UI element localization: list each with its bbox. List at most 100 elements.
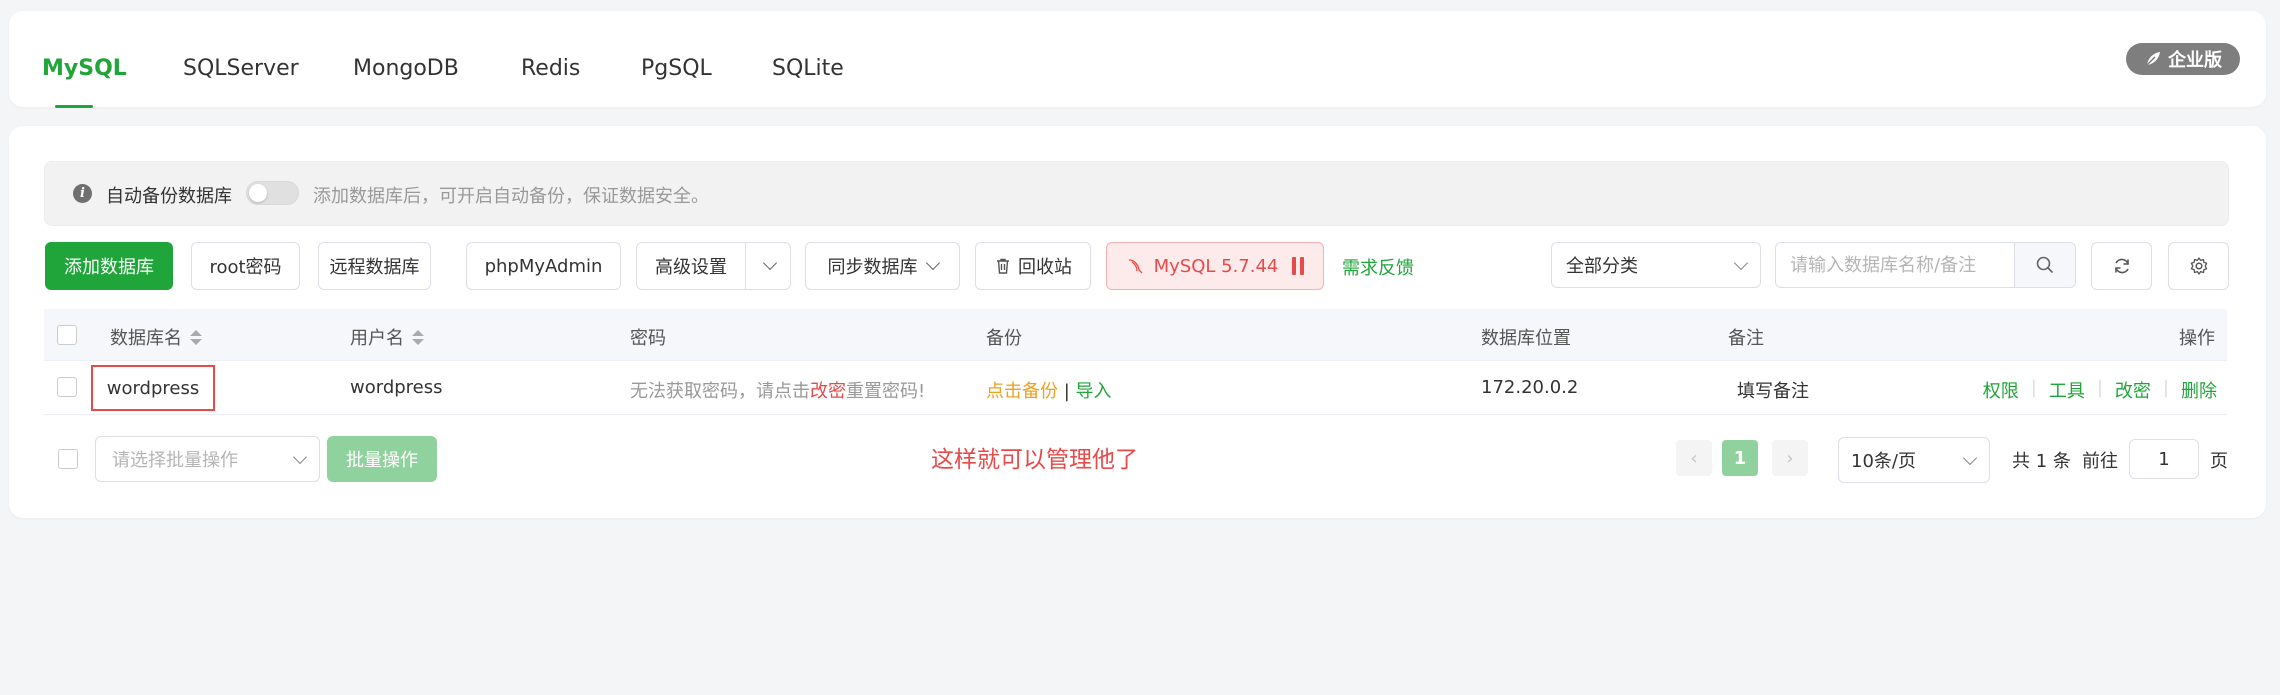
backup-separator: | [1063, 381, 1070, 402]
total-count: 共 1 条 [2012, 451, 2071, 472]
tools-link[interactable]: 工具 [2049, 377, 2085, 403]
password-hint-prefix: 无法获取密码，请点击 [630, 381, 810, 402]
change-password-link[interactable]: 改密 [810, 381, 846, 402]
category-value: 全部分类 [1566, 256, 1638, 277]
select-all-checkbox[interactable] [57, 325, 77, 345]
tab-redis[interactable]: Redis [521, 56, 580, 81]
chevron-down-icon[interactable] [762, 255, 778, 271]
enterprise-label: 企业版 [2168, 50, 2222, 71]
split-divider [745, 243, 746, 289]
col-header-ops: 操作 [2179, 328, 2215, 349]
database-location: 172.20.0.2 [1481, 377, 1579, 398]
next-page-button[interactable]: › [1772, 440, 1808, 476]
col-header-name-label: 数据库名 [110, 328, 182, 349]
recycle-bin-button[interactable]: 回收站 [975, 242, 1091, 290]
sort-icon[interactable] [412, 329, 424, 345]
trash-icon [997, 258, 1009, 274]
table-row: wordpress wordpress 无法获取密码，请点击改密重置密码! 点击… [44, 361, 2227, 415]
gear-icon [2190, 257, 2207, 275]
chevron-down-icon [292, 449, 308, 465]
database-user: wordpress [350, 377, 443, 398]
mysql-version-button[interactable]: MySQL 5.7.44 [1106, 242, 1324, 290]
tab-sqlite[interactable]: SQLite [772, 56, 844, 81]
row-checkbox[interactable] [57, 377, 77, 397]
col-header-note: 备注 [1728, 328, 1764, 349]
tab-mysql[interactable]: MySQL [42, 56, 127, 81]
col-header-backup: 备份 [986, 328, 1022, 349]
auto-backup-hint: 添加数据库后，可开启自动备份，保证数据安全。 [313, 186, 709, 207]
page-unit-label: 页 [2210, 451, 2228, 472]
chevron-down-icon [925, 255, 940, 271]
batch-operation-placeholder: 请选择批量操作 [112, 450, 238, 471]
feedback-link[interactable]: 需求反馈 [1342, 254, 1414, 280]
enterprise-badge[interactable]: 企业版 [2126, 43, 2240, 75]
chevron-down-icon [1733, 255, 1749, 271]
auto-backup-label: 自动备份数据库 [106, 186, 232, 207]
tab-sqlserver[interactable]: SQLServer [183, 56, 299, 81]
auto-backup-notice: i 自动备份数据库 添加数据库后，可开启自动备份，保证数据安全。 [44, 161, 2229, 226]
remote-database-button[interactable]: 远程数据库 [318, 242, 431, 290]
col-header-password: 密码 [630, 328, 666, 349]
row-operations: 权限 | 工具 | 改密 | 删除 [1983, 377, 2217, 403]
prev-page-button[interactable]: ‹ [1676, 440, 1712, 476]
op-separator: | [2030, 377, 2037, 398]
phpmyadmin-button[interactable]: phpMyAdmin [466, 242, 621, 290]
toggle-knob [249, 184, 267, 202]
chevron-down-icon [1962, 450, 1978, 466]
backup-cell: 点击备份 | 导入 [986, 377, 1112, 403]
active-tab-indicator [55, 105, 93, 108]
sync-database-button[interactable]: 同步数据库 [805, 242, 960, 290]
advanced-settings-split-button[interactable]: 高级设置 [636, 242, 791, 290]
database-name[interactable]: wordpress [91, 365, 215, 411]
info-icon: i [73, 184, 92, 203]
leaf-icon [2146, 52, 2160, 66]
pause-icon [1292, 257, 1305, 275]
note-field[interactable]: 填写备注 [1737, 377, 1809, 403]
sort-icon[interactable] [190, 329, 202, 345]
col-header-name[interactable]: 数据库名 [110, 324, 202, 350]
search-button[interactable] [2014, 243, 2075, 287]
category-select[interactable]: 全部分类 [1551, 242, 1761, 288]
sync-database-label: 同步数据库 [827, 257, 918, 278]
tab-mongodb[interactable]: MongoDB [353, 56, 459, 81]
recycle-bin-label: 回收站 [1018, 257, 1072, 278]
add-database-button[interactable]: 添加数据库 [45, 242, 173, 290]
backup-link[interactable]: 点击备份 [986, 381, 1058, 402]
settings-button[interactable] [2168, 242, 2229, 290]
annotation-text: 这样就可以管理他了 [931, 447, 1138, 473]
password-cell: 无法获取密码，请点击改密重置密码! [630, 377, 925, 403]
batch-operation-select[interactable]: 请选择批量操作 [95, 436, 320, 482]
chevron-left-icon: ‹ [1690, 447, 1698, 469]
batch-operation-button[interactable]: 批量操作 [327, 436, 437, 482]
mysql-version-label: MySQL 5.7.44 [1153, 255, 1279, 277]
op-separator: | [2162, 377, 2169, 398]
page-size-select[interactable]: 10条/页 [1838, 437, 1990, 483]
change-password-op-link[interactable]: 改密 [2115, 377, 2151, 403]
import-link[interactable]: 导入 [1076, 381, 1112, 402]
col-header-location: 数据库位置 [1481, 328, 1571, 349]
database-search [1775, 242, 2076, 288]
op-separator: | [2096, 377, 2103, 398]
advanced-settings-label[interactable]: 高级设置 [637, 253, 745, 279]
search-icon [2036, 256, 2054, 274]
col-header-user-label: 用户名 [350, 328, 404, 349]
footer-select-all-checkbox[interactable] [58, 449, 78, 469]
tab-pgsql[interactable]: PgSQL [641, 56, 712, 81]
goto-page-input[interactable]: 1 [2129, 439, 2199, 479]
refresh-icon [2114, 258, 2129, 274]
root-password-button[interactable]: root密码 [191, 242, 300, 290]
page-size-value: 10条/页 [1851, 451, 1916, 472]
goto-label: 前往 [2082, 451, 2118, 472]
password-hint-suffix: 重置密码! [846, 381, 926, 402]
table-header: 数据库名 用户名 密码 备份 数据库位置 备注 操作 [44, 309, 2227, 361]
db-type-tabs: MySQL SQLServer MongoDB Redis PgSQL SQLi… [9, 11, 2266, 107]
delete-link[interactable]: 删除 [2181, 377, 2217, 403]
refresh-button[interactable] [2091, 242, 2152, 290]
search-input[interactable] [1776, 243, 2014, 287]
col-header-user[interactable]: 用户名 [350, 324, 424, 350]
mysql-dolphin-icon [1128, 259, 1143, 274]
auto-backup-toggle[interactable] [246, 181, 299, 205]
page-number-current[interactable]: 1 [1722, 440, 1758, 476]
chevron-right-icon: › [1786, 447, 1794, 469]
permission-link[interactable]: 权限 [1983, 377, 2019, 403]
